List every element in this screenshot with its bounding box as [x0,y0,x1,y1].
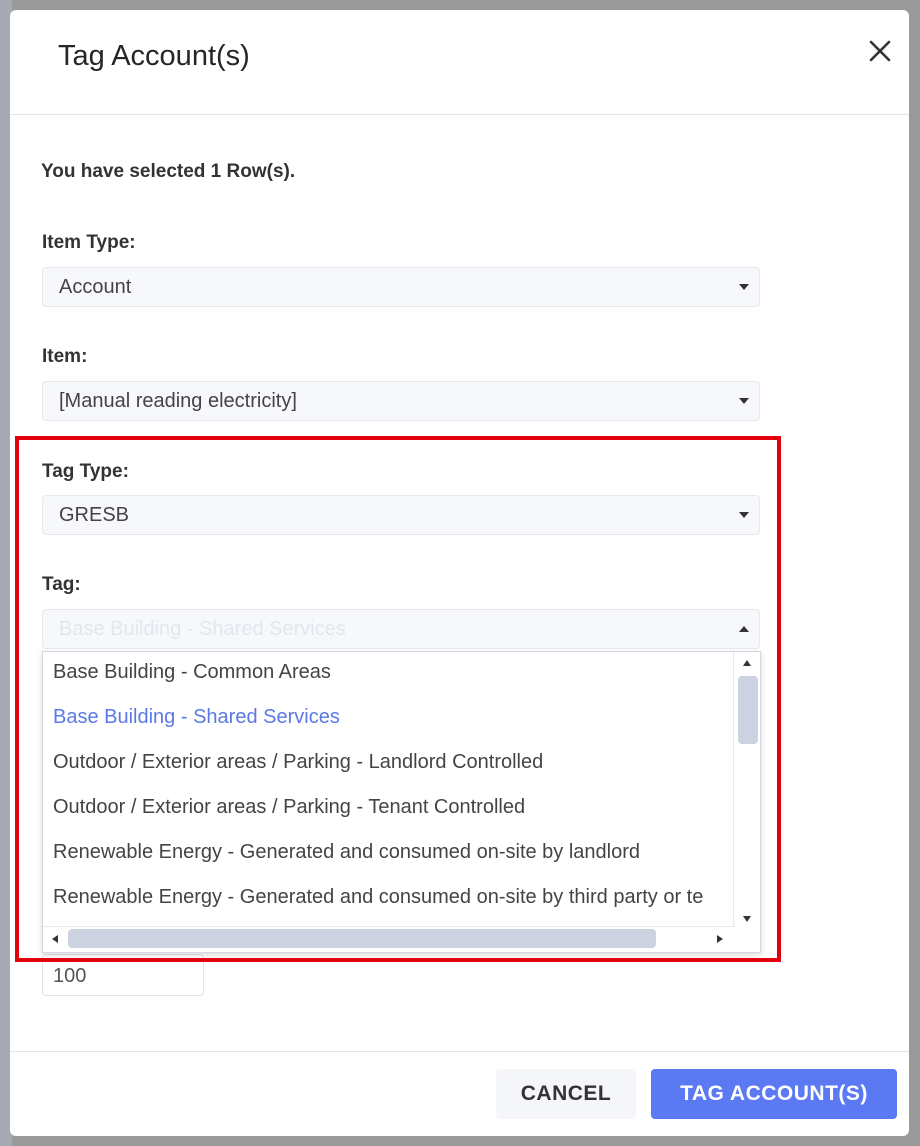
horizontal-scroll-thumb[interactable] [68,929,656,948]
item-type-value: Account [59,276,132,298]
tag-type-value: GRESB [59,504,130,526]
item-value: [Manual reading electricity] [59,390,297,412]
percentage-input[interactable]: 100 [42,954,204,996]
dropdown-option[interactable]: Base Building - Common Areas [53,661,331,684]
item-type-select[interactable]: Account [42,267,760,307]
dropdown-option[interactable]: Outdoor / Exterior areas / Parking - Lan… [53,751,543,774]
tag-accounts-modal: Tag Account(s) You have selected 1 Row(s… [10,10,909,1136]
item-type-label: Item Type: [42,232,136,253]
item-select[interactable]: [Manual reading electricity] [42,381,760,421]
selected-rows-info: You have selected 1 Row(s). [41,161,296,182]
dropdown-option[interactable]: Renewable Energy - Generated and consume… [53,886,703,909]
footer-divider [10,1051,909,1052]
tag-dropdown-list: Base Building - Common Areas Base Buildi… [42,651,761,953]
tag-type-select[interactable]: GRESB [42,495,760,535]
dropdown-option[interactable]: Outdoor / Exterior areas / Parking - Ten… [53,796,525,819]
tag-select[interactable]: Base Building - Shared Services [42,609,760,649]
cancel-button[interactable]: CANCEL [496,1069,636,1119]
tag-value: Base Building - Shared Services [59,618,346,640]
modal-header: Tag Account(s) [10,10,909,115]
scroll-up-icon[interactable] [743,660,751,666]
close-icon [869,40,891,62]
chevron-up-icon [739,626,749,632]
horizontal-scrollbar[interactable] [43,926,735,952]
dropdown-option[interactable]: Renewable Energy - Generated and consume… [53,841,640,864]
dropdown-option-selected[interactable]: Base Building - Shared Services [53,706,340,729]
scroll-down-icon[interactable] [743,916,751,922]
tag-type-label: Tag Type: [42,461,129,482]
percentage-value: 100 [53,965,87,987]
scroll-left-icon[interactable] [52,935,58,943]
chevron-down-icon [739,284,749,290]
scroll-right-icon[interactable] [717,935,723,943]
chevron-down-icon [739,512,749,518]
tag-accounts-button[interactable]: TAG ACCOUNT(S) [651,1069,897,1119]
close-button[interactable] [867,38,893,64]
vertical-scrollbar[interactable] [733,652,760,928]
item-label: Item: [42,346,88,367]
chevron-down-icon [739,398,749,404]
modal-title: Tag Account(s) [58,40,250,72]
tag-label: Tag: [42,574,81,595]
vertical-scroll-thumb[interactable] [738,676,758,744]
